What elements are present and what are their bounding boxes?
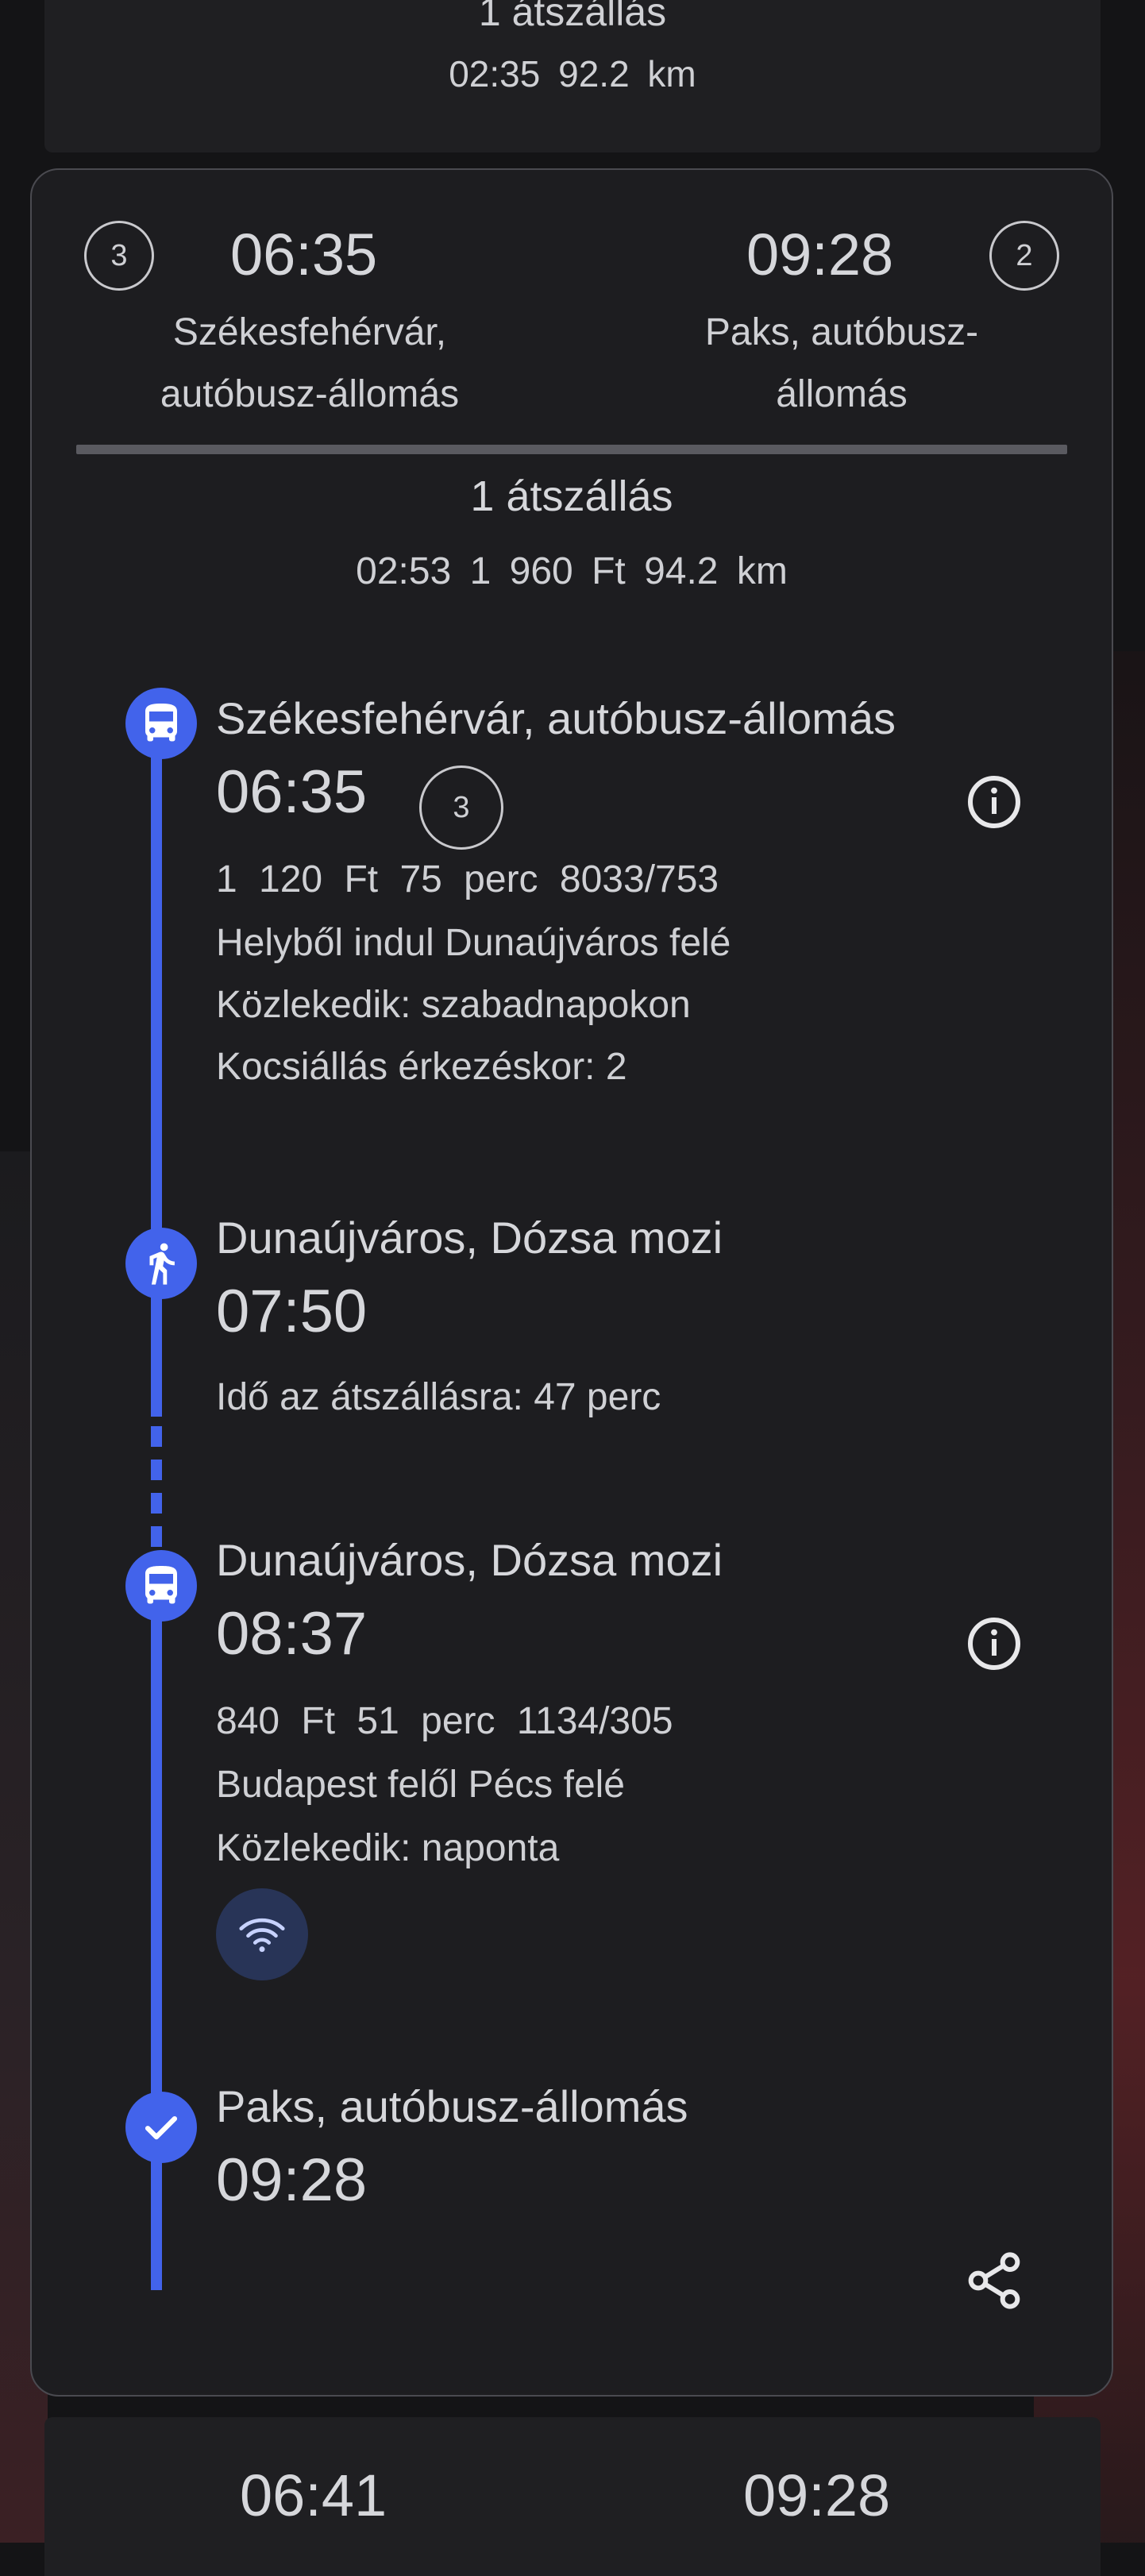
leg2-stop-name: Dunaújváros, Dózsa mozi [216,1213,723,1263]
leg3-route: 1134/305 [516,1700,673,1742]
leg1-stop-name: Székesfehérvár, autóbusz-állomás [216,693,896,743]
leg1-info-icon[interactable] [966,773,1023,831]
leg4-time: 09:28 [216,2146,368,2214]
previous-route-card[interactable]: 1 átszállás 02:35 92.2 km [44,0,1101,152]
leg3-stop-name: Dunaújváros, Dózsa mozi [216,1535,723,1585]
leg3-time: 08:37 [216,1600,368,1668]
leg3-price: 840 Ft [216,1700,336,1742]
summary-distance: 94.2 km [644,550,788,592]
expanded-route-card[interactable]: 3 06:35 Székesfehérvár, autóbusz-állomás… [30,168,1113,2397]
departure-platform-badge: 3 [84,221,154,291]
wifi-icon [216,1888,308,1980]
departure-time: 06:35 [230,222,378,287]
leg2-time: 07:50 [216,1278,368,1345]
leg3-duration: 51 perc [357,1700,495,1742]
divider [76,445,1067,454]
leg4-stop-name: Paks, autóbusz-állomás [216,2081,688,2131]
arrival-time: 09:28 [746,222,894,287]
leg3-direction: Budapest felől Pécs felé [216,1764,625,1806]
leg3-info-icon[interactable] [966,1615,1023,1672]
leg1-direction: Helyből indul Dunaújváros felé [216,922,731,964]
summary-duration: 02:53 [356,550,452,592]
summary-transfers: 1 átszállás [470,472,673,520]
leg1-meta: 1 120 Ft 75 perc 8033/753 [216,858,719,901]
bus-icon [125,688,197,759]
leg1-duration: 75 perc [399,858,538,900]
summary-meta: 02:53 1 960 Ft 94.2 km [32,550,1112,593]
share-icon[interactable] [962,2249,1026,2312]
leg1-time: 06:35 [216,758,368,826]
bus-icon [125,1550,197,1622]
leg1-route: 8033/753 [559,858,719,900]
previous-duration: 02:35 [449,53,541,94]
previous-distance: 92.2 km [558,53,696,94]
leg1-price: 1 120 Ft [216,858,379,900]
walk-icon [125,1228,197,1299]
arrival-place: Paks, autóbusz-állomás [704,311,979,415]
timeline-bus-segment-2 [151,1583,162,2290]
leg3-runs: Közlekedik: naponta [216,1827,560,1869]
check-icon [125,2092,197,2163]
leg1-platform-badge: 3 [419,765,503,850]
next-route-card[interactable]: 06:41 09:28 [44,2417,1101,2576]
next-departure-time: 06:41 [240,2462,387,2528]
next-arrival-time: 09:28 [743,2462,891,2528]
arrival-platform-badge: 2 [989,221,1059,291]
previous-transfers: 1 átszállás [478,0,667,34]
summary-price: 1 960 Ft [469,550,626,592]
leg1-runs: Közlekedik: szabadnapokon [216,984,691,1026]
leg1-stand: Kocsiállás érkezéskor: 2 [216,1046,627,1088]
departure-place: Székesfehérvár, autóbusz-állomás [160,311,460,415]
leg2-transfer-time: Idő az átszállásra: 47 perc [216,1376,661,1418]
previous-meta: 02:35 92.2 km [44,52,1101,95]
leg3-meta: 840 Ft 51 perc 1134/305 [216,1699,673,1743]
